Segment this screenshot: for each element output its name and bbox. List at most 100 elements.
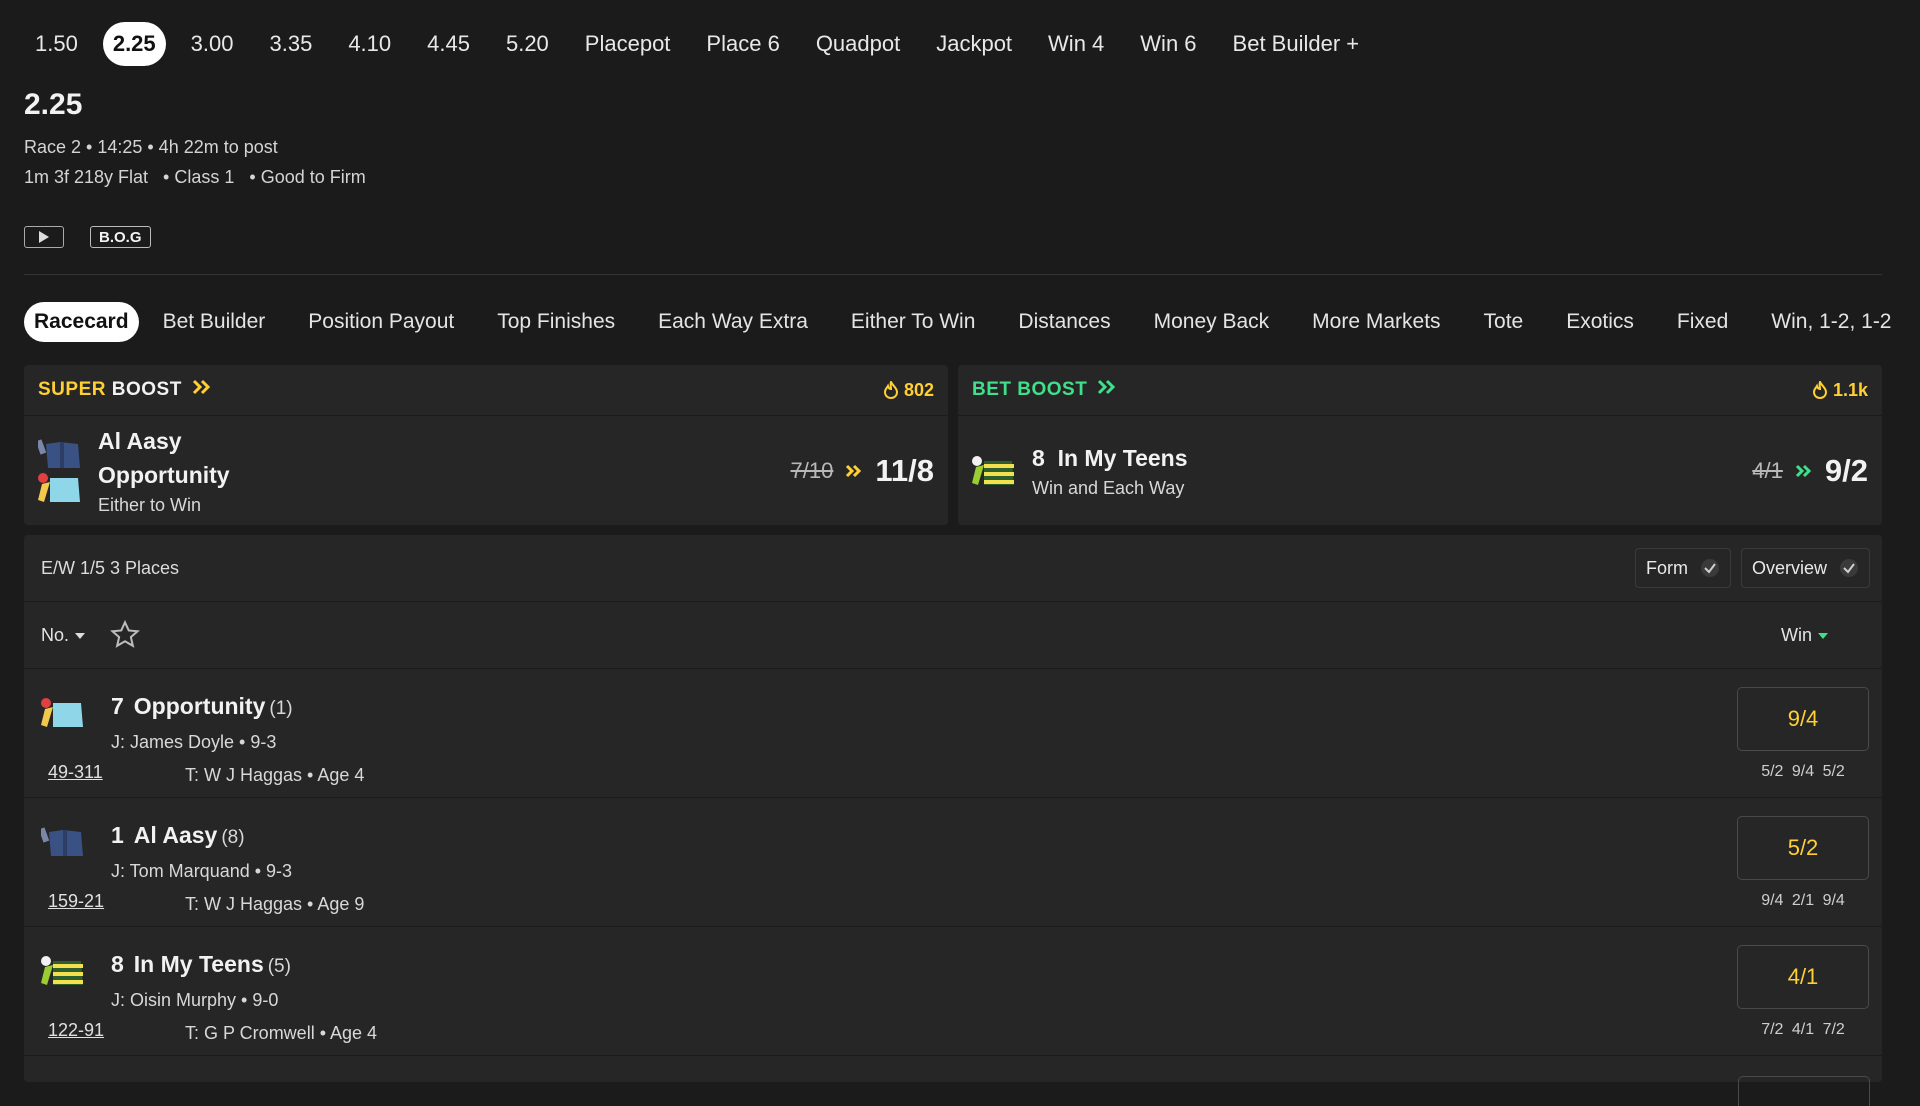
bet-boost-card[interactable]: BET BOOST 1.1k 8 In My Teens Win and Eac… (958, 365, 1882, 525)
runner-name-line: 8 In My Teens (5) (111, 947, 1736, 984)
bet-boost-odds[interactable]: 4/1 9/2 (1752, 453, 1868, 489)
double-chevron-icon (1098, 379, 1116, 395)
market-tab[interactable]: Racecard (24, 302, 139, 342)
racecard-page: 1.50 2.25 3.00 3.35 4.10 4.45 5.20 Placepot Plac… (0, 0, 1920, 1106)
runner-name[interactable]: Opportunity (134, 693, 266, 719)
previous-prices: 9/4 2/1 9/4 (1761, 892, 1845, 909)
new-odds: 11/8 (875, 453, 934, 488)
runner-name[interactable]: In My Teens (134, 951, 264, 977)
trainer-info: T: G P Cromwell • Age 4 (185, 1023, 378, 1043)
super-boost-silks (38, 438, 82, 504)
market-tab[interactable]: Money Back (1144, 302, 1280, 342)
race-tab[interactable]: 2.25 (102, 22, 166, 66)
market-tab[interactable]: Bet Builder (153, 302, 276, 342)
race-tab[interactable]: 3.00 (180, 22, 245, 66)
market-tab[interactable]: Fixed (1667, 302, 1738, 342)
trainer-info: T: W J Haggas • Age 4 (185, 765, 365, 785)
race-tab[interactable]: 4.45 (416, 22, 481, 66)
jockey-line: J: Tom Marquand • 9-3 (111, 861, 293, 881)
table-row[interactable]: 8 In My Teens (5) J: Oisin Murphy • 9-0 T: G… (24, 927, 1882, 1056)
price-button[interactable]: 4/1 (1737, 945, 1869, 1009)
sort-by-number[interactable]: No. (41, 625, 86, 646)
price-column: 5/2 9/4 2/1 9/4 (1736, 798, 1870, 910)
market-tab[interactable]: Each Way Extra (648, 302, 818, 342)
bet-boost-runner: 8 In My Teens (1032, 445, 1188, 471)
race-tab[interactable]: 4.10 (337, 22, 402, 66)
silk-stripes-icon (41, 927, 111, 992)
each-way-terms: E/W 1/5 3 Places (41, 557, 180, 578)
market-tab[interactable]: Either To Win (841, 302, 986, 342)
market-tabs: Racecard Bet Builder Position Payout Top Fi… (24, 297, 1896, 347)
table-row[interactable]: 7 Opportunity (1) J: James Doyle • 9-3 T: W … (24, 669, 1882, 798)
runner-number: 8 (111, 951, 124, 977)
race-info-line: Race 2 • 14:25 • 4h 22m to post (24, 137, 278, 157)
race-tab[interactable]: 3.35 (258, 22, 323, 66)
overview-toggle[interactable]: Overview (1740, 548, 1870, 588)
form-link[interactable]: 159-21 (48, 891, 104, 912)
double-chevron-icon (846, 464, 862, 478)
race-time-tabs: 1.50 2.25 3.00 3.35 4.10 4.45 5.20 Placepot Plac… (24, 0, 1896, 88)
star-icon[interactable] (109, 619, 141, 651)
race-tab[interactable]: 1.50 (24, 22, 89, 66)
form-toggle[interactable]: Form (1634, 548, 1731, 588)
sort-row: No. Win (24, 602, 1882, 669)
market-tab[interactable]: Top Finishes (487, 302, 625, 342)
price-button[interactable] (1738, 1076, 1870, 1106)
table-row (24, 1056, 1882, 1106)
market-tab[interactable]: Win, 1-2, 1-2 (1761, 302, 1896, 342)
check-icon (1700, 559, 1719, 577)
race-tab[interactable]: Bet Builder + (1222, 22, 1371, 66)
caret-down-icon (75, 632, 86, 639)
price-button[interactable]: 9/4 (1737, 687, 1869, 751)
runner-info: 8 In My Teens (5) J: Oisin Murphy • 9-0 T: G… (111, 927, 1736, 1050)
race-conditions-line: 1m 3f 218y Flat • Class 1 • Good to Firm (24, 167, 366, 187)
super-boost-popularity: 802 (883, 380, 934, 401)
silk-red-cyan-icon (41, 669, 111, 734)
market-tab[interactable]: Position Payout (298, 302, 464, 342)
sort-left: No. (41, 619, 141, 651)
price-column: 9/4 5/2 9/4 5/2 (1736, 669, 1870, 781)
racecard-options: E/W 1/5 3 Places Form Overview (24, 535, 1882, 602)
double-chevron-icon (1795, 464, 1812, 478)
race-tab[interactable]: Quadpot (805, 22, 911, 66)
market-tab[interactable]: Tote (1474, 302, 1534, 342)
race-tab[interactable]: Place 6 (695, 22, 790, 66)
bet-boost-label: BET BOOST (972, 379, 1119, 401)
table-row[interactable]: 1 Al Aasy (8) J: Tom Marquand • 9-3 T: W J H… (24, 798, 1882, 927)
form-link[interactable]: 49-311 (48, 762, 103, 783)
super-boost-card[interactable]: SUPER BOOST 802 Al Aasy Opportunity Eith… (24, 365, 948, 525)
silk-stripes-icon (972, 456, 1014, 485)
sort-by-win[interactable]: Win (1781, 625, 1828, 646)
runner-name[interactable]: Al Aasy (134, 822, 218, 848)
runner-list: 7 Opportunity (1) J: James Doyle • 9-3 T: W … (24, 669, 1882, 1056)
market-tab[interactable]: Exotics (1556, 302, 1644, 342)
boosts-row: SUPER BOOST 802 Al Aasy Opportunity Eith… (24, 365, 1882, 525)
form-link[interactable]: 122-91 (48, 1020, 104, 1041)
play-video-button[interactable] (24, 226, 64, 248)
super-boost-odds[interactable]: 7/10 11/8 (791, 453, 934, 489)
view-toggles: Form Overview (1634, 548, 1870, 588)
price-button[interactable]: 5/2 (1737, 816, 1869, 880)
runner-draw: (5) (267, 956, 291, 977)
caret-down-icon (1818, 632, 1828, 639)
bet-boost-selection: 8 In My Teens Win and Each Way (1032, 441, 1752, 501)
race-tab[interactable]: 5.20 (495, 22, 560, 66)
race-tab[interactable]: Win 4 (1037, 22, 1115, 66)
bet-boost-body: 8 In My Teens Win and Each Way 4/1 9/2 (958, 416, 1882, 526)
trainer-line: T: W J Haggas • Age 4 (111, 758, 1736, 792)
runner-info: 7 Opportunity (1) J: James Doyle • 9-3 T: W … (111, 669, 1736, 792)
flame-icon (883, 381, 898, 399)
market-tab[interactable]: Distances (1008, 302, 1120, 342)
race-tab[interactable]: Win 6 (1129, 22, 1207, 66)
race-tab[interactable]: Placepot (574, 22, 682, 66)
super-boost-market: Either to Win (98, 495, 202, 515)
bet-boost-header: BET BOOST 1.1k (958, 365, 1882, 416)
super-boost-body: Al Aasy Opportunity Either to Win 7/10 1… (24, 416, 948, 526)
jockey-line: J: Oisin Murphy • 9-0 (111, 990, 279, 1010)
runner-name-line: 7 Opportunity (1) (111, 689, 1736, 726)
jockey-line: J: James Doyle • 9-3 (111, 732, 277, 752)
silk-red-cyan-icon (38, 473, 80, 502)
race-tab[interactable]: Jackpot (925, 22, 1023, 66)
market-tab[interactable]: More Markets (1302, 302, 1450, 342)
previous-prices: 7/2 4/1 7/2 (1761, 1021, 1845, 1038)
